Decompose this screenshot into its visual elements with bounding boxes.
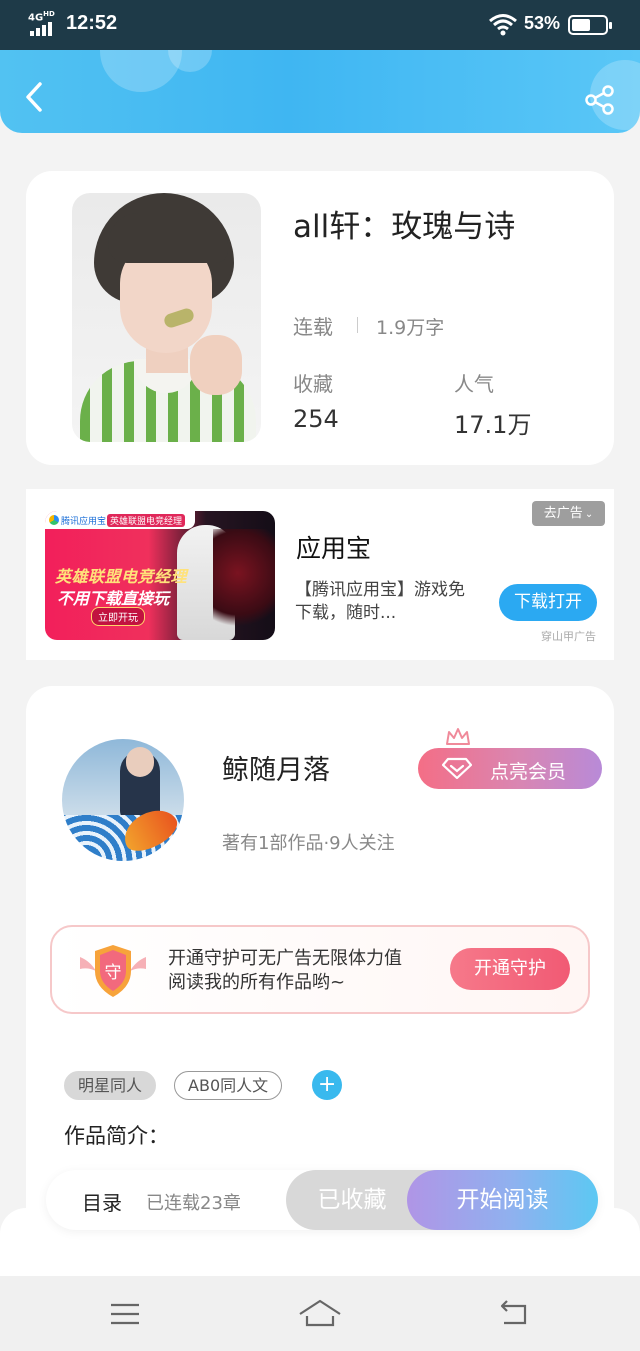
vip-button-label: 点亮会员 xyxy=(490,761,567,783)
vip-membership-button[interactable]: 点亮会员 xyxy=(418,748,602,789)
tag-abo-fanfic[interactable]: AB0同人文 xyxy=(174,1070,283,1100)
diamond-icon xyxy=(442,757,472,779)
divider xyxy=(357,317,358,333)
download-open-button[interactable]: 下载打开 xyxy=(499,584,597,621)
battery-icon xyxy=(568,15,612,35)
popularity-label: 人气 xyxy=(454,372,494,396)
popularity-count: 17.1万 xyxy=(454,411,532,439)
ad-image-badge: 英雄联盟电竞经理 xyxy=(107,514,186,527)
menu-icon[interactable] xyxy=(110,1303,140,1325)
tag-list: 明星同人 AB0同人文 + xyxy=(64,1070,343,1100)
ad-image[interactable]: 腾讯应用宝 英雄联盟电竞经理 英雄联盟电竞经理 不用下载直接玩 立即开玩 xyxy=(45,511,275,640)
synopsis-heading: 作品简介： xyxy=(64,1124,169,1148)
guard-promo-text: 开通守护可无广告无限体力值阅读我的所有作品哟~ xyxy=(168,948,402,993)
favorites-label: 收藏 xyxy=(293,372,333,396)
serial-status: 连载 xyxy=(293,315,333,339)
author-stats: 著有1部作品·9人关注 xyxy=(222,833,395,854)
status-bar: 4GHD 12:52 53% xyxy=(0,0,640,50)
author-avatar[interactable] xyxy=(62,739,184,861)
ad-image-logo-text: 腾讯应用宝 xyxy=(61,517,107,527)
author-name[interactable]: 鲸随月落 xyxy=(222,748,330,787)
crown-icon xyxy=(446,728,470,745)
ad-image-headline: 英雄联盟电竞经理 xyxy=(55,567,188,586)
ad-banner[interactable]: 腾讯应用宝 英雄联盟电竞经理 英雄联盟电竞经理 不用下载直接玩 立即开玩 应用宝… xyxy=(26,489,614,660)
guard-badge-char: 守 xyxy=(105,963,122,983)
guard-shield-icon: 守 xyxy=(80,945,146,997)
signal-icon xyxy=(30,22,52,36)
remove-ad-label: 去广告 xyxy=(543,506,583,521)
word-count: 1.9万字 xyxy=(376,317,445,339)
plus-icon: + xyxy=(317,1072,337,1097)
book-cover-image[interactable] xyxy=(72,193,261,442)
add-tag-button[interactable]: + xyxy=(312,1070,343,1100)
guard-promo-banner[interactable]: 守 开通守护可无广告无限体力值阅读我的所有作品哟~ 开通守护 xyxy=(50,925,590,1014)
ad-source-label: 穿山甲广告 xyxy=(541,630,596,643)
app-logo-icon xyxy=(49,515,59,525)
back-icon[interactable] xyxy=(498,1300,530,1326)
home-icon[interactable] xyxy=(298,1298,342,1328)
ad-title: 应用宝 xyxy=(296,534,372,563)
ad-image-cta: 立即开玩 xyxy=(91,607,145,626)
author-card: 鲸随月落 著有1部作品·9人关注 点亮会员 守 开通守护可无广告无限体力值阅读我… xyxy=(26,686,614,1246)
wifi-icon xyxy=(489,14,517,36)
bottom-action-bar: 目录 已连载23章 已收藏 开始阅读 xyxy=(46,1170,598,1230)
clock: 12:52 xyxy=(66,12,118,34)
share-icon[interactable] xyxy=(584,84,616,116)
chevron-down-icon: ⌄ xyxy=(584,509,594,520)
chapter-count: 已连载23章 xyxy=(146,1193,241,1214)
favorites-count: 254 xyxy=(293,405,339,433)
system-navigation-bar xyxy=(0,1276,640,1351)
ad-description: 【腾讯应用宝】游戏免下载，随时... xyxy=(295,580,465,623)
table-of-contents-button[interactable]: 目录 xyxy=(82,1187,122,1216)
battery-percentage: 53% xyxy=(524,13,561,33)
top-app-bar xyxy=(0,50,640,133)
back-icon[interactable] xyxy=(22,80,48,114)
ad-image-subheadline: 不用下载直接玩 xyxy=(57,589,170,608)
remove-ad-button[interactable]: 去广告 ⌄ xyxy=(532,501,605,526)
tag-celebrity-fanfic[interactable]: 明星同人 xyxy=(64,1070,157,1100)
book-info-card: all轩：玫瑰与诗 连载 1.9万字 收藏 254 人气 17.1万 xyxy=(26,171,614,465)
activate-guard-button[interactable]: 开通守护 xyxy=(450,948,570,990)
book-title: all轩：玫瑰与诗 xyxy=(293,209,516,245)
start-reading-button[interactable]: 开始阅读 xyxy=(407,1170,598,1230)
